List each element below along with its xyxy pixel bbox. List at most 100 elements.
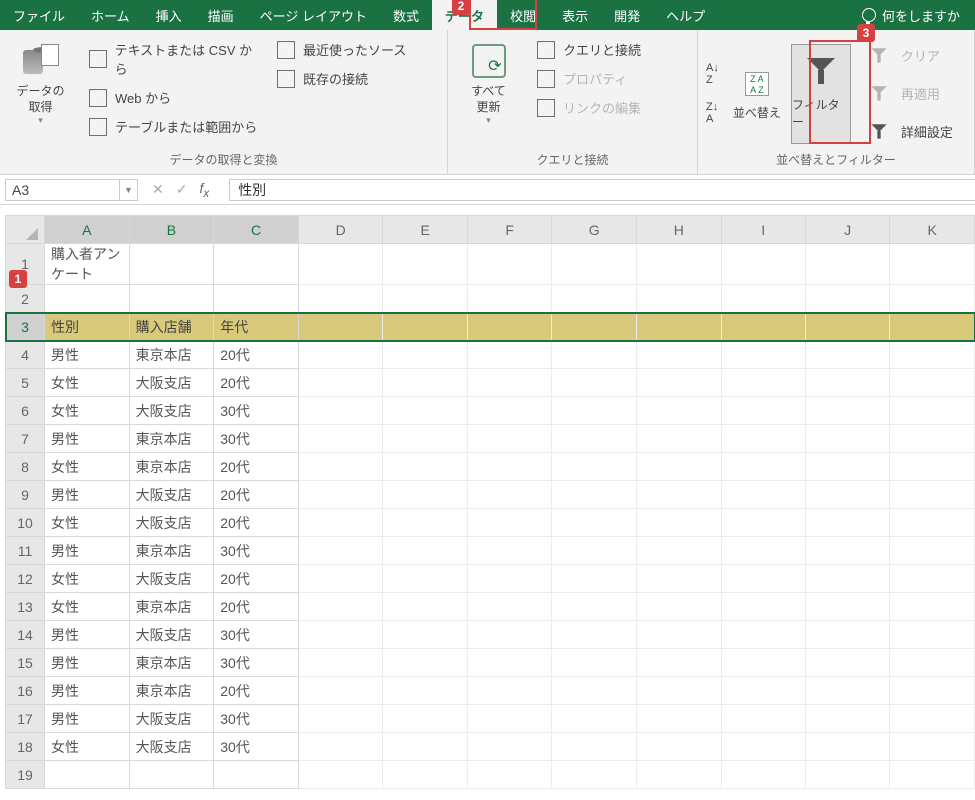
cell[interactable] — [721, 649, 805, 677]
cell[interactable] — [467, 593, 552, 621]
cell[interactable] — [721, 761, 805, 789]
cell[interactable] — [637, 509, 722, 537]
cell[interactable] — [805, 509, 889, 537]
cell[interactable] — [214, 244, 299, 285]
cell[interactable] — [637, 537, 722, 565]
tell-me[interactable]: 何をしますか — [862, 0, 960, 30]
cell[interactable]: 男性 — [45, 649, 130, 677]
cell[interactable] — [890, 341, 975, 369]
cell[interactable]: 性別 — [45, 313, 130, 341]
cell[interactable] — [214, 285, 299, 313]
row-header-15[interactable]: 15 — [6, 649, 45, 677]
cell[interactable] — [721, 341, 805, 369]
cell[interactable] — [890, 705, 975, 733]
cell[interactable]: 30代 — [214, 649, 299, 677]
cell[interactable] — [890, 285, 975, 313]
cell[interactable] — [890, 425, 975, 453]
column-header-C[interactable]: C — [214, 216, 299, 244]
row-header-18[interactable]: 18 — [6, 733, 45, 761]
cell[interactable] — [805, 565, 889, 593]
cell[interactable] — [890, 244, 975, 285]
cell[interactable]: 大阪支店 — [129, 565, 214, 593]
cell[interactable] — [637, 593, 722, 621]
select-all-corner[interactable] — [6, 216, 45, 244]
tab-ページ レイアウト[interactable]: ページ レイアウト — [247, 0, 380, 30]
cell[interactable]: 男性 — [45, 425, 130, 453]
cell[interactable] — [721, 453, 805, 481]
cell[interactable] — [552, 565, 637, 593]
refresh-all-button[interactable]: すべて 更新 ▾ — [456, 38, 521, 149]
cell[interactable]: 男性 — [45, 677, 130, 705]
cell[interactable]: 東京本店 — [129, 341, 214, 369]
row-header-5[interactable]: 5 — [6, 369, 45, 397]
cell[interactable] — [552, 705, 637, 733]
cell[interactable] — [890, 649, 975, 677]
cell[interactable] — [805, 593, 889, 621]
cell[interactable] — [298, 593, 383, 621]
cell[interactable] — [805, 481, 889, 509]
tab-ホーム[interactable]: ホーム — [78, 0, 143, 30]
cell[interactable]: 20代 — [214, 369, 299, 397]
cell[interactable]: 20代 — [214, 593, 299, 621]
cell[interactable]: 20代 — [214, 453, 299, 481]
cell[interactable] — [467, 481, 552, 509]
cell[interactable]: 東京本店 — [129, 649, 214, 677]
enter-icon[interactable]: ✓ — [176, 181, 188, 198]
cell[interactable] — [467, 537, 552, 565]
cell[interactable] — [129, 285, 214, 313]
cell[interactable] — [637, 285, 722, 313]
column-header-F[interactable]: F — [467, 216, 552, 244]
sort-desc-icon[interactable]: Z↓A — [706, 101, 719, 125]
cell[interactable] — [298, 761, 383, 789]
name-box-dropdown[interactable]: ▼ — [120, 179, 138, 201]
cell[interactable]: 20代 — [214, 565, 299, 593]
ribbon-item[interactable]: テキストまたは CSV から — [85, 38, 265, 80]
column-header-J[interactable]: J — [805, 216, 889, 244]
cell[interactable] — [805, 285, 889, 313]
cell[interactable] — [467, 341, 552, 369]
cell[interactable] — [552, 369, 637, 397]
cell[interactable] — [298, 733, 383, 761]
column-header-G[interactable]: G — [552, 216, 637, 244]
cell[interactable] — [552, 341, 637, 369]
cell[interactable] — [383, 593, 468, 621]
cell[interactable] — [637, 453, 722, 481]
cell[interactable] — [552, 509, 637, 537]
cell[interactable] — [805, 733, 889, 761]
cell[interactable] — [890, 397, 975, 425]
cell[interactable] — [129, 761, 214, 789]
cell[interactable] — [383, 621, 468, 649]
row-header-9[interactable]: 9 — [6, 481, 45, 509]
cell[interactable] — [383, 537, 468, 565]
cell[interactable] — [552, 621, 637, 649]
cell[interactable]: 男性 — [45, 621, 130, 649]
cell[interactable] — [637, 244, 722, 285]
cell[interactable] — [467, 649, 552, 677]
row-header-14[interactable]: 14 — [6, 621, 45, 649]
cell[interactable] — [467, 313, 552, 341]
cell[interactable] — [383, 369, 468, 397]
cell[interactable] — [805, 397, 889, 425]
cell[interactable] — [298, 509, 383, 537]
cell[interactable] — [298, 369, 383, 397]
cell[interactable]: 30代 — [214, 733, 299, 761]
cell[interactable] — [890, 761, 975, 789]
cell[interactable] — [383, 649, 468, 677]
cell[interactable] — [383, 509, 468, 537]
column-header-I[interactable]: I — [721, 216, 805, 244]
cell[interactable] — [721, 481, 805, 509]
cell[interactable] — [467, 565, 552, 593]
ribbon-item[interactable]: Web から — [85, 86, 265, 109]
cell[interactable]: 女性 — [45, 397, 130, 425]
cell[interactable] — [721, 677, 805, 705]
cell[interactable] — [383, 313, 468, 341]
tab-開発[interactable]: 開発 — [601, 0, 653, 30]
row-header-19[interactable]: 19 — [6, 761, 45, 789]
cell[interactable]: 30代 — [214, 705, 299, 733]
cell[interactable]: 女性 — [45, 509, 130, 537]
cell[interactable] — [467, 369, 552, 397]
cell[interactable]: 女性 — [45, 565, 130, 593]
cell[interactable] — [383, 481, 468, 509]
cell[interactable] — [805, 761, 889, 789]
cell[interactable] — [214, 761, 299, 789]
